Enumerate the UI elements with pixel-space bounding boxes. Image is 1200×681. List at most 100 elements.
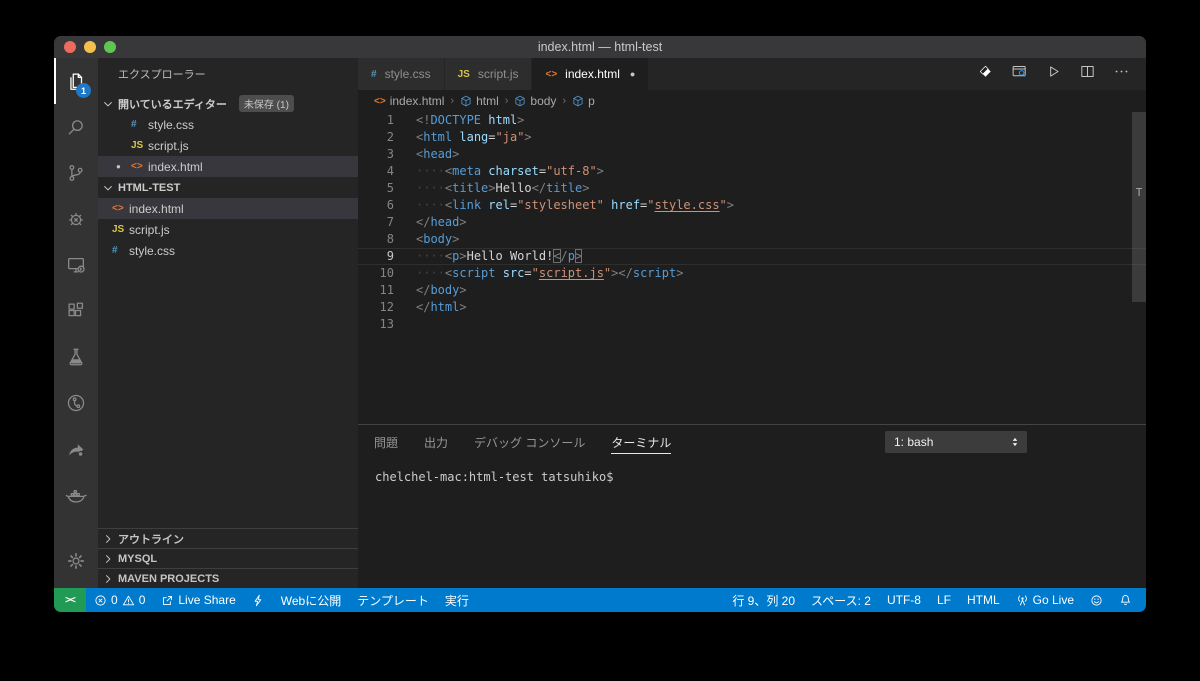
code-line[interactable]: 3<head> <box>358 146 1146 163</box>
activity-manage[interactable] <box>54 538 98 584</box>
panel-tabs: 問題出力デバッグ コンソールターミナル <box>374 425 671 459</box>
code-line[interactable]: 9····<p>Hello World!</p> <box>358 248 1146 265</box>
activity-extensions[interactable] <box>54 288 98 334</box>
file-name: script.js <box>129 223 170 237</box>
status-right: 行 9、列 20スペース: 2UTF-8LFHTMLGo Live <box>724 588 1146 612</box>
remote-indicator[interactable]: >< <box>54 588 86 612</box>
status-live-share[interactable]: Live Share <box>153 588 243 612</box>
activity-test[interactable] <box>54 334 98 380</box>
editor-scrollbar[interactable]: T <box>1132 112 1146 424</box>
tab-style.css[interactable]: #style.css <box>358 58 445 90</box>
code-line[interactable]: 2<html lang="ja"> <box>358 129 1146 146</box>
open-editor-item[interactable]: ● <>index.html <box>98 156 358 177</box>
code-lines: 1<!DOCTYPE html>2<html lang="ja">3<head>… <box>358 112 1146 333</box>
split-editor-button[interactable] <box>1079 63 1096 85</box>
project-file-item[interactable]: <>index.html <box>98 198 358 219</box>
code-line[interactable]: 1<!DOCTYPE html> <box>358 112 1146 129</box>
open-editor-item[interactable]: JSscript.js <box>98 135 358 156</box>
titlebar[interactable]: index.html — html-test <box>54 36 1146 58</box>
share-icon <box>65 438 87 460</box>
status-publish-web[interactable]: Webに公開 <box>273 588 349 612</box>
breadcrumb-item[interactable]: body <box>514 94 556 108</box>
html-file-icon: <> <box>131 161 148 172</box>
more-actions-button[interactable] <box>1113 63 1130 85</box>
line-number: 6 <box>358 197 394 214</box>
status-run[interactable]: 実行 <box>437 588 477 612</box>
line-number: 8 <box>358 231 394 248</box>
source-control-icon <box>65 162 87 184</box>
status-eol[interactable]: LF <box>929 588 959 612</box>
code-line[interactable]: 5····<title>Hello</title> <box>358 180 1146 197</box>
css-file-icon: # <box>131 119 148 130</box>
remote-explorer-icon <box>65 254 87 276</box>
project-file-item[interactable]: #style.css <box>98 240 358 261</box>
status-notifications[interactable] <box>1111 588 1140 612</box>
shell-select-value: 1: bash <box>894 435 933 449</box>
activity-timeline[interactable] <box>54 380 98 426</box>
panel-tab-terminal[interactable]: ターミナル <box>611 425 671 459</box>
code-line[interactable]: 8<body> <box>358 231 1146 248</box>
activity-remote-explorer[interactable] <box>54 242 98 288</box>
panel-tab-output[interactable]: 出力 <box>424 425 448 459</box>
status-problems[interactable]: 00 <box>86 588 153 612</box>
breadcrumb-item[interactable]: html <box>460 94 499 108</box>
panel-tab-debug-console[interactable]: デバッグ コンソール <box>474 425 585 459</box>
open-editor-item[interactable]: #style.css <box>98 114 358 135</box>
breadcrumb[interactable]: <>index.html›html›body›p <box>358 90 1146 112</box>
vscode-window: index.html — html-test 1 エクスプローラー 開いているエ… <box>54 36 1146 612</box>
code-line[interactable]: 11</body> <box>358 282 1146 299</box>
terminal-prompt: chelchel-mac:html-test tatsuhiko$ <box>375 470 613 484</box>
modified-dot-icon: ● <box>630 69 635 79</box>
breadcrumb-item[interactable]: <>index.html <box>374 94 444 108</box>
status-template[interactable]: テンプレート <box>349 588 437 612</box>
tab-script.js[interactable]: JSscript.js <box>445 58 533 90</box>
sidebar-section-mysql[interactable]: MYSQL <box>98 548 358 568</box>
file-name: index.html <box>148 160 203 174</box>
project-file-item[interactable]: JSscript.js <box>98 219 358 240</box>
line-number: 2 <box>358 129 394 146</box>
status-language-mode[interactable]: HTML <box>959 588 1008 612</box>
activity-share[interactable] <box>54 426 98 472</box>
sidebar-section-maven-projects[interactable]: MAVEN PROJECTS <box>98 568 358 588</box>
gear-icon <box>65 550 87 572</box>
panel-actions: 1: bash <box>885 431 1130 453</box>
breadcrumb-item[interactable]: p <box>572 94 595 108</box>
activity-search[interactable] <box>54 104 98 150</box>
terminal-output[interactable]: chelchel-mac:html-test tatsuhiko$ <box>358 459 1146 484</box>
open-editors-header[interactable]: 開いているエディター 未保存 (1) <box>98 93 358 114</box>
sidebar-section-アウトライン[interactable]: アウトライン <box>98 528 358 548</box>
js-file-icon: JS <box>131 140 148 151</box>
project-header[interactable]: HTML-TEST <box>98 177 358 198</box>
docker-icon <box>65 484 87 506</box>
activity-debug[interactable] <box>54 196 98 242</box>
terminal-shell-select[interactable]: 1: bash <box>885 431 1027 453</box>
status-encoding[interactable]: UTF-8 <box>879 588 929 612</box>
line-number: 1 <box>358 112 394 129</box>
run-code-button[interactable] <box>1045 63 1062 85</box>
code-line[interactable]: 10····<script src="script.js"></script> <box>358 265 1146 282</box>
code-line[interactable]: 6····<link rel="stylesheet" href="style.… <box>358 197 1146 214</box>
tabs: #style.cssJSscript.js<>index.html● <box>358 58 649 90</box>
status-cursor-position[interactable]: 行 9、列 20 <box>724 588 803 612</box>
open-in-browser-button[interactable] <box>977 63 994 85</box>
scrollbar-slider[interactable] <box>1132 112 1146 302</box>
modified-dot-icon: ● <box>116 163 121 171</box>
status-indentation[interactable]: スペース: 2 <box>803 588 879 612</box>
code-line[interactable]: 4····<meta charset="utf-8"> <box>358 163 1146 180</box>
code-editor[interactable]: 1<!DOCTYPE html>2<html lang="ja">3<head>… <box>358 112 1146 424</box>
activity-explorer[interactable]: 1 <box>54 58 98 104</box>
status-feedback[interactable] <box>1082 588 1111 612</box>
panel-tab-problems[interactable]: 問題 <box>374 425 398 459</box>
js-file-icon: JS <box>112 224 129 235</box>
activity-source-control[interactable] <box>54 150 98 196</box>
status-bolt[interactable] <box>244 588 273 612</box>
status-go-live[interactable]: Go Live <box>1008 588 1082 612</box>
ellipsis-icon <box>1113 63 1130 80</box>
tab-index.html[interactable]: <>index.html● <box>532 58 649 90</box>
code-line[interactable]: 13 <box>358 316 1146 333</box>
code-line[interactable]: 7</head> <box>358 214 1146 231</box>
css-file-icon: # <box>112 245 129 256</box>
open-preview-button[interactable] <box>1011 63 1028 85</box>
activity-docker[interactable] <box>54 472 98 518</box>
code-line[interactable]: 12</html> <box>358 299 1146 316</box>
